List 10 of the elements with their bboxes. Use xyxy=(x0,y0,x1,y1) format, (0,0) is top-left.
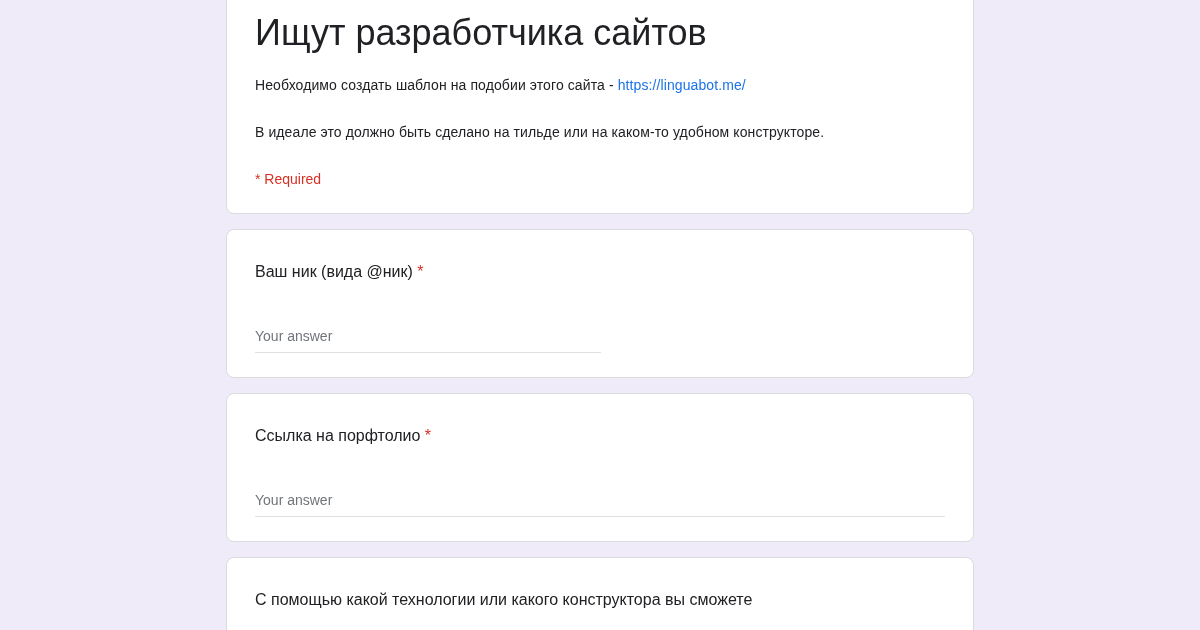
answer-field[interactable]: Your answer xyxy=(255,322,601,353)
form-title: Ищут разработчика сайтов xyxy=(255,11,708,55)
answer-field[interactable]: Your answer xyxy=(255,486,945,517)
description-text: В идеале это должно быть сделано на тильде или на каком-то удобном конструкторе. xyxy=(255,123,826,142)
question-label: Ссылка на порфтолио * xyxy=(255,426,433,446)
question-label: Ваш ник (вида @ник) * xyxy=(255,262,425,282)
link[interactable]: https://linguabot.me/ xyxy=(617,77,746,93)
required-note: * Required xyxy=(255,170,323,189)
question-label: С помощью какой технологии или какого конструктора вы сможете xyxy=(255,590,754,610)
description-text: Необходимо создать шаблон на подобии этого сайта - https://linguabot.me/ xyxy=(255,76,747,95)
